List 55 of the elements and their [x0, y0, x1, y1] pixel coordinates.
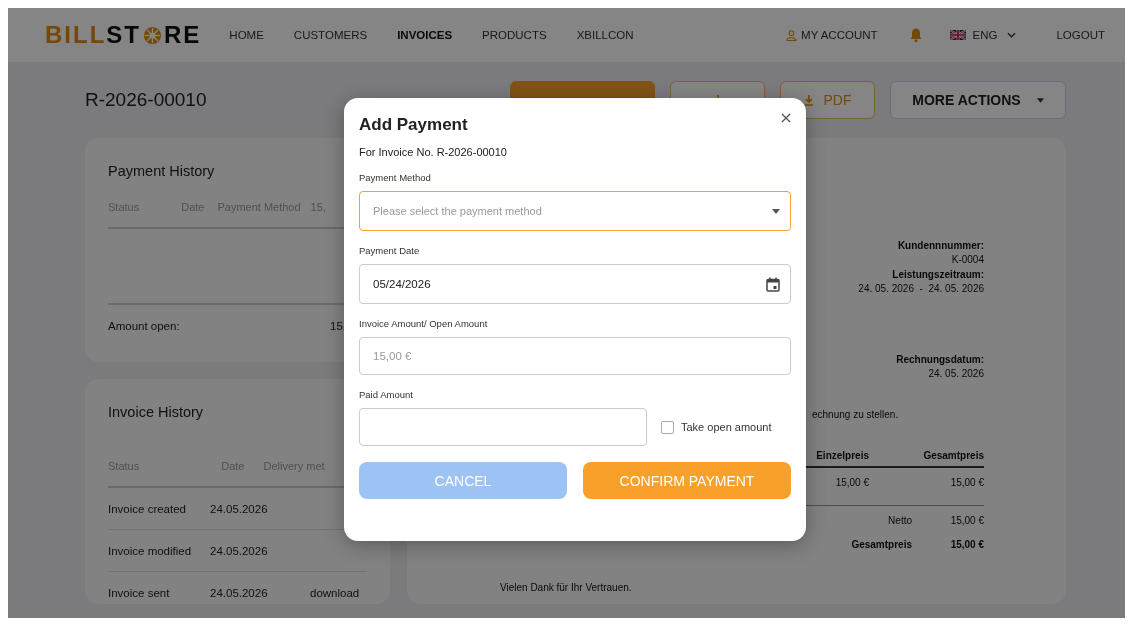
document-value: K-0004 [951, 254, 984, 265]
user-icon [786, 29, 798, 41]
checkbox[interactable] [661, 420, 674, 434]
logo[interactable]: BILLST RE [45, 21, 202, 49]
dialog-title: Add Payment [359, 115, 468, 135]
document-text: Vielen Dank für Ihr Vertrauen. [500, 582, 633, 593]
document-column-header: Gesamtpreis [922, 450, 984, 461]
nav-link[interactable]: CUSTOMERS [293, 29, 368, 41]
calendar-icon[interactable] [766, 276, 780, 292]
dialog-subtitle: For Invoice No. R-2026-00010 [359, 146, 508, 158]
document-value: 15,00 € [949, 539, 984, 550]
table-cell-text: Invoice sent [108, 586, 171, 599]
table-cell-text: 24.05.2026 [210, 586, 269, 599]
nav-link[interactable]: INVOICES [397, 29, 453, 41]
field-label: Payment Date [359, 245, 421, 256]
table-cell-text: 24.05.2026 [210, 502, 269, 515]
checkbox-label: Take open amount [681, 421, 772, 433]
table-cell-text: Invoice modified [108, 544, 193, 557]
field-label: Invoice Amount/ Open Amount [359, 318, 489, 329]
caret-icon [1036, 97, 1044, 103]
document-label: Netto [887, 515, 912, 526]
document-cell-text: 15,00 € [949, 477, 984, 490]
table-cell-text: 24.05.2026 [210, 544, 269, 557]
payment-method-select[interactable]: Please select the payment method [359, 191, 791, 231]
date-field[interactable]: 05/24/2026 [359, 264, 791, 304]
document-label: Leistungszeitraum: [892, 269, 984, 280]
invoice-number-title: R-2026-00010 [85, 89, 207, 111]
document-label: Gesamtpreis [850, 539, 912, 550]
document-value: 15,00 € [949, 515, 984, 526]
document-label: Kundennnummer: [897, 240, 984, 251]
logout-link[interactable]: LOGOUT [1056, 29, 1105, 41]
field-label: Paid Amount [359, 389, 414, 400]
nav-link[interactable]: PRODUCTS [482, 29, 547, 41]
download-icon [803, 94, 814, 106]
flag-icon [949, 30, 966, 40]
download-link[interactable]: download [310, 586, 360, 599]
amount-open-label: Amount open: [108, 320, 181, 332]
nav-link[interactable]: XBILLCON [576, 29, 634, 41]
caret-icon [772, 208, 780, 214]
document-column-header: Einzelpreis [815, 450, 869, 461]
language-dropdown[interactable]: ENG [972, 29, 998, 41]
document-cell-text: 15,00 € [834, 477, 869, 490]
close-icon[interactable] [781, 113, 791, 123]
nav-link[interactable]: HOME [229, 29, 264, 41]
document-label: Rechnungsdatum: [896, 354, 984, 365]
wheel-icon [143, 25, 162, 45]
input-field[interactable] [359, 408, 647, 446]
table-cell-text: Invoice created [108, 502, 187, 515]
document-value: 24. 05. 2026 [928, 368, 984, 379]
more-actions-dropdown[interactable]: MORE ACTIONS [890, 81, 1066, 119]
document-text: echnung zu stellen. [812, 409, 900, 420]
field-label: Payment Method [359, 172, 432, 183]
document-value: 24. 05. 2026 - 24. 05. 2026 [858, 283, 984, 294]
my-account-link[interactable]: MY ACCOUNT [801, 29, 878, 41]
chevron-down-icon [1007, 32, 1017, 38]
